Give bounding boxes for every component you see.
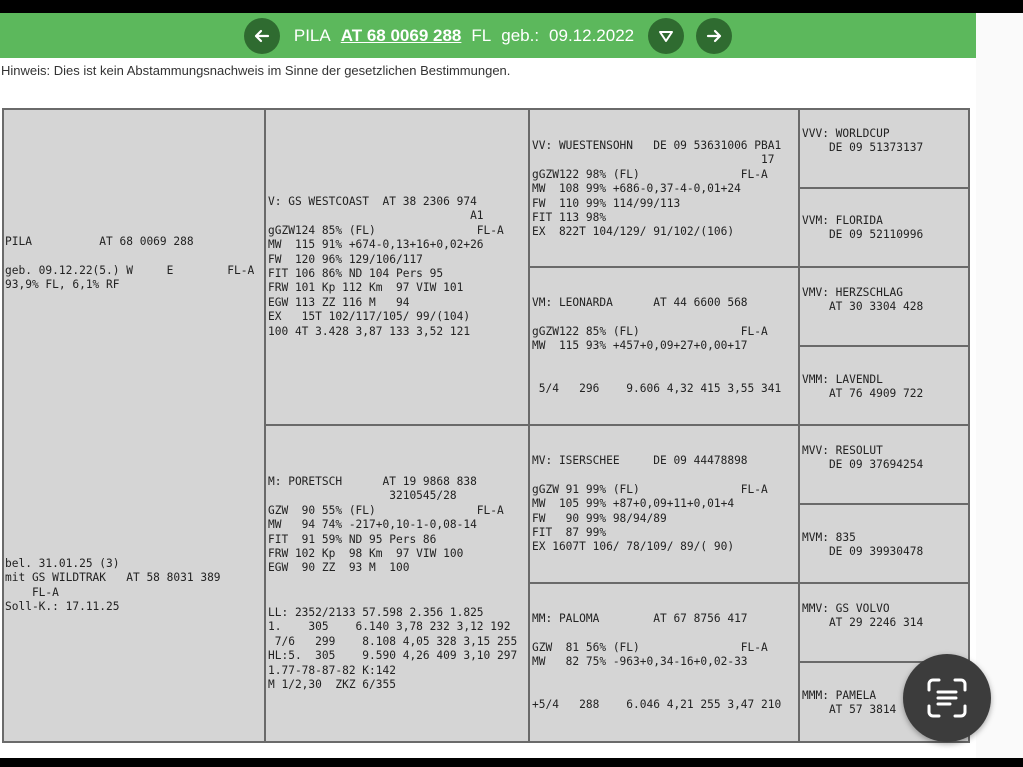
great-grandparent-mvm-info: MVM: 835 DE 09 39930478 [802, 531, 924, 559]
notice-text: Hinweis: Dies ist kein Abstammungsnachwe… [1, 63, 511, 78]
dropdown-button[interactable] [648, 17, 685, 54]
great-grandparent-mvv-info: MVV: RESOLUT DE 09 37694254 [802, 444, 924, 472]
grandparent-mv-cell[interactable]: MV: ISERSCHEE DE 09 44478898 gGZW 91 99%… [530, 426, 800, 584]
animal-breeding-info: bel. 31.01.25 (3) mit GS WILDTRAK AT 58 … [5, 557, 221, 614]
header-title: PILA AT 68 0069 288 FL geb.: 09.12.2022 [294, 26, 634, 46]
great-grandparent-vvm-info: VVM: FLORIDA DE 09 52110996 [802, 214, 924, 242]
great-grandparent-mvv-cell[interactable]: MVV: RESOLUT DE 09 37694254 [800, 426, 968, 505]
grandparent-vm-info: VM: LEONARDA AT 44 6600 568 gGZW122 85% … [532, 296, 782, 396]
birth-label: geb.: [501, 25, 540, 45]
great-grandparent-mmv-cell[interactable]: MMV: GS VOLVO AT 29 2246 314 [800, 584, 968, 663]
scan-text-icon [927, 678, 967, 718]
arrow-left-icon [254, 29, 269, 42]
page: PILA AT 68 0069 288 FL geb.: 09.12.2022 … [0, 13, 1023, 758]
grandparent-vv-info: VV: WUESTENSOHN DE 09 53631006 PBA1 17 g… [532, 139, 782, 239]
pedigree-grid: PILA AT 68 0069 288 geb. 09.12.22(5.) W … [2, 108, 970, 743]
animal-cell: PILA AT 68 0069 288 geb. 09.12.22(5.) W … [4, 110, 266, 741]
forward-button[interactable] [696, 17, 733, 54]
great-grandparent-mmm-info: MMM: PAMELA AT 57 3814 [802, 689, 897, 717]
breed: FL [471, 25, 492, 45]
animal-id-link[interactable]: AT 68 0069 288 [341, 26, 462, 46]
bottom-bar [0, 758, 1023, 767]
grandparent-mm-cell[interactable]: MM: PALOMA AT 67 8756 417 GZW 81 56% (FL… [530, 584, 800, 741]
animal-info: PILA AT 68 0069 288 geb. 09.12.22(5.) W … [5, 235, 255, 292]
great-grandparent-vvm-cell[interactable]: VVM: FLORIDA DE 09 52110996 [800, 189, 968, 268]
great-grandparent-vmm-cell[interactable]: VMM: LAVENDL AT 76 4909 722 [800, 347, 968, 426]
header-bar: PILA AT 68 0069 288 FL geb.: 09.12.2022 [0, 13, 976, 58]
great-grandparent-mvm-cell[interactable]: MVM: 835 DE 09 39930478 [800, 505, 968, 584]
scan-text-button[interactable] [903, 654, 991, 742]
arrow-right-icon [707, 29, 722, 42]
dam-lactation: LL: 2352/2133 57.598 2.356 1.825 1. 305 … [268, 606, 518, 692]
great-grandparent-vmv-info: VMV: HERZSCHLAG AT 30 3304 428 [802, 286, 924, 314]
dam-info: M: PORETSCH AT 19 9868 838 3210545/28 GZ… [268, 475, 504, 575]
grandparent-mv-info: MV: ISERSCHEE DE 09 44478898 gGZW 91 99%… [532, 454, 768, 554]
animal-name: PILA [293, 25, 331, 45]
great-grandparent-vmm-info: VMM: LAVENDL AT 76 4909 722 [802, 373, 924, 401]
sire-info: V: GS WESTCOAST AT 38 2306 974 A1 gGZW12… [268, 195, 504, 338]
grandparent-mm-info: MM: PALOMA AT 67 8756 417 GZW 81 56% (FL… [532, 612, 782, 712]
sire-cell[interactable]: V: GS WESTCOAST AT 38 2306 974 A1 gGZW12… [266, 110, 530, 426]
back-button[interactable] [243, 17, 280, 54]
right-margin [976, 13, 1023, 758]
great-grandparent-mmv-info: MMV: GS VOLVO AT 29 2246 314 [802, 602, 924, 630]
dam-cell[interactable]: M: PORETSCH AT 19 9868 838 3210545/28 GZ… [266, 426, 530, 741]
grandparent-vm-cell[interactable]: VM: LEONARDA AT 44 6600 568 gGZW122 85% … [530, 268, 800, 426]
great-grandparent-vvv-cell[interactable]: VVV: WORLDCUP DE 09 51373137 [800, 110, 968, 189]
great-grandparent-vvv-info: VVV: WORLDCUP DE 09 51373137 [802, 127, 924, 155]
great-grandparent-vmv-cell[interactable]: VMV: HERZSCHLAG AT 30 3304 428 [800, 268, 968, 347]
triangle-down-icon [659, 30, 674, 42]
birth-date: 09.12.2022 [549, 25, 635, 45]
grandparent-vv-cell[interactable]: VV: WUESTENSOHN DE 09 53631006 PBA1 17 g… [530, 110, 800, 268]
